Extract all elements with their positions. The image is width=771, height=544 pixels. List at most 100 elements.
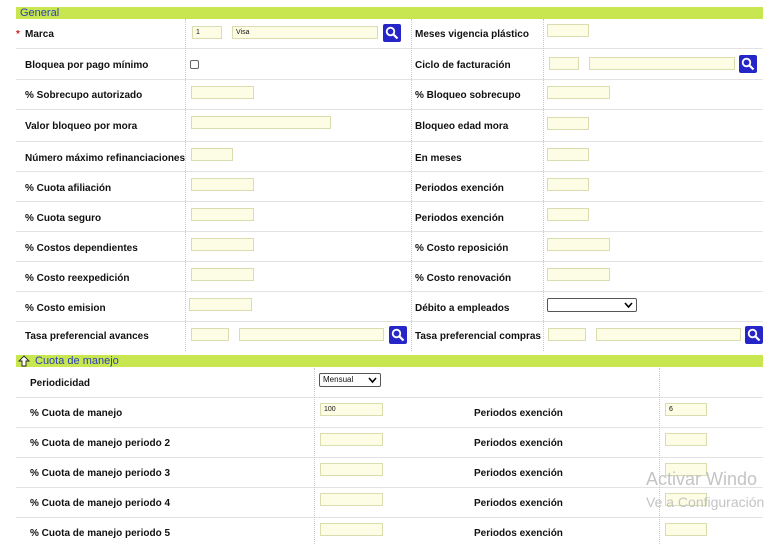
costo-emision-input[interactable] xyxy=(189,298,252,311)
periodos-exencion-input[interactable] xyxy=(547,208,589,221)
costos-dependientes-label: % Costos dependientes xyxy=(25,243,138,254)
row-divider xyxy=(16,427,763,428)
periodos-exencion-label: Periodos exención xyxy=(474,528,563,539)
row-divider xyxy=(16,261,763,262)
costo-reexpedicion-label: % Costo reexpedición xyxy=(25,273,130,284)
row-divider xyxy=(16,171,763,172)
debito-empleados-label: Débito a empleados xyxy=(415,303,510,314)
bloqueo-edad-mora-input[interactable] xyxy=(547,117,589,130)
periodicidad-label: Periodicidad xyxy=(30,378,91,389)
marca-code-input[interactable]: 1 xyxy=(192,26,222,39)
chevron-down-icon xyxy=(368,377,377,384)
periodos-exencion-input[interactable]: 6 xyxy=(665,403,707,416)
periodos-exencion-label: Periodos exención xyxy=(415,183,504,194)
valor-bloqueo-mora-input[interactable] xyxy=(191,116,331,129)
cuota-manejo-input[interactable]: 100 xyxy=(320,403,383,416)
en-meses-label: En meses xyxy=(415,153,462,164)
costo-reexpedicion-input[interactable] xyxy=(191,268,254,281)
row-divider xyxy=(16,79,763,80)
tasa-pref-avances-name-input[interactable] xyxy=(239,328,384,341)
tasa-pref-avances-search-button[interactable] xyxy=(389,326,407,344)
marca-label: Marca xyxy=(25,29,54,40)
ciclo-facturacion-name-input[interactable] xyxy=(589,57,735,70)
valor-bloqueo-mora-label: Valor bloqueo por mora xyxy=(25,121,138,132)
row-divider xyxy=(16,457,763,458)
meses-vigencia-input[interactable] xyxy=(547,24,589,37)
bloquea-pago-minimo-checkbox[interactable] xyxy=(190,60,199,69)
row-divider xyxy=(16,109,763,110)
periodos-exencion-input[interactable] xyxy=(547,178,589,191)
cuota-manejo-periodo-3-label: % Cuota de manejo periodo 3 xyxy=(30,468,171,479)
cuota-manejo-periodo-3-input[interactable] xyxy=(320,463,383,476)
column-divider xyxy=(314,368,315,544)
cuota-seguro-label: % Cuota seguro xyxy=(25,213,102,224)
meses-vigencia-label: Meses vigencia plástico xyxy=(415,29,529,40)
num-max-refinanciaciones-input[interactable] xyxy=(191,148,233,161)
cuota-manejo-periodo-2-label: % Cuota de manejo periodo 2 xyxy=(30,438,171,449)
periodos-exencion-label: Periodos exención xyxy=(474,408,563,419)
row-divider xyxy=(16,231,763,232)
cuota-afiliacion-label: % Cuota afiliación xyxy=(25,183,112,194)
search-icon xyxy=(741,57,755,71)
marca-search-button[interactable] xyxy=(383,24,401,42)
tasa-pref-avances-code-input[interactable] xyxy=(191,328,229,341)
section-title-general: General xyxy=(20,7,60,19)
sobrecupo-autorizado-label: % Sobrecupo autorizado xyxy=(25,90,143,101)
periodos-exencion-label: Periodos exención xyxy=(474,498,563,509)
costo-reposicion-label: % Costo reposición xyxy=(415,243,509,254)
cuota-manejo-periodo-4-input[interactable] xyxy=(320,493,383,506)
tasa-pref-compras-code-input[interactable] xyxy=(548,328,586,341)
cuota-manejo-periodo-4-label: % Cuota de manejo periodo 4 xyxy=(30,498,171,509)
costo-reposicion-input[interactable] xyxy=(547,238,610,251)
periodos-exencion-input[interactable] xyxy=(665,433,707,446)
periodicidad-select[interactable]: Mensual xyxy=(319,373,381,387)
tasa-pref-compras-name-input[interactable] xyxy=(596,328,741,341)
ciclo-facturacion-search-button[interactable] xyxy=(739,55,757,73)
chevron-down-icon xyxy=(624,302,633,309)
cuota-afiliacion-input[interactable] xyxy=(191,178,254,191)
arrow-up-icon[interactable] xyxy=(18,355,30,367)
tasa-pref-compras-search-button[interactable] xyxy=(745,326,763,344)
row-divider xyxy=(16,141,763,142)
column-divider xyxy=(659,368,660,544)
cuota-manejo-periodo-2-input[interactable] xyxy=(320,433,383,446)
en-meses-input[interactable] xyxy=(547,148,589,161)
periodicidad-selected: Mensual xyxy=(323,375,354,384)
column-divider xyxy=(185,19,186,351)
row-divider xyxy=(16,517,763,518)
marca-name-input[interactable]: Visa xyxy=(232,26,378,39)
section-header-cuota-manejo[interactable]: Cuota de manejo xyxy=(16,355,763,367)
column-divider xyxy=(543,19,544,351)
tasa-pref-avances-label: Tasa preferencial avances xyxy=(25,331,149,342)
activation-watermark-title: Activar Windo xyxy=(646,469,758,489)
row-divider xyxy=(16,48,763,49)
row-divider xyxy=(16,397,763,398)
search-icon xyxy=(747,328,761,342)
column-divider xyxy=(411,19,412,351)
row-divider xyxy=(16,201,763,202)
search-icon xyxy=(385,26,399,40)
section-header-general: General xyxy=(16,7,763,19)
ciclo-facturacion-code-input[interactable] xyxy=(549,57,579,70)
activation-watermark-subtitle: Ve a Configuración xyxy=(646,494,765,510)
periodos-exencion-input[interactable] xyxy=(665,523,707,536)
costos-dependientes-input[interactable] xyxy=(191,238,254,251)
ciclo-facturacion-label: Ciclo de facturación xyxy=(415,60,511,71)
tasa-pref-compras-label: Tasa preferencial compras xyxy=(415,331,541,342)
search-icon xyxy=(391,328,405,342)
num-max-refinanciaciones-label: Número máximo refinanciaciones xyxy=(25,153,186,164)
cuota-manejo-periodo-5-input[interactable] xyxy=(320,523,383,536)
bloqueo-sobrecupo-label: % Bloqueo sobrecupo xyxy=(415,90,521,101)
bloquea-pago-minimo-label: Bloquea por pago mínimo xyxy=(25,60,149,71)
cuota-seguro-input[interactable] xyxy=(191,208,254,221)
costo-emision-label: % Costo emision xyxy=(25,303,106,314)
cuota-manejo-periodo-5-label: % Cuota de manejo periodo 5 xyxy=(30,528,171,539)
costo-renovacion-label: % Costo renovación xyxy=(415,273,512,284)
costo-renovacion-input[interactable] xyxy=(547,268,610,281)
bloqueo-sobrecupo-input[interactable] xyxy=(547,86,610,99)
row-divider xyxy=(16,291,763,292)
debito-empleados-select[interactable] xyxy=(547,298,637,312)
periodos-exencion-label: Periodos exención xyxy=(415,213,504,224)
periodos-exencion-label: Periodos exención xyxy=(474,468,563,479)
sobrecupo-autorizado-input[interactable] xyxy=(191,86,254,99)
